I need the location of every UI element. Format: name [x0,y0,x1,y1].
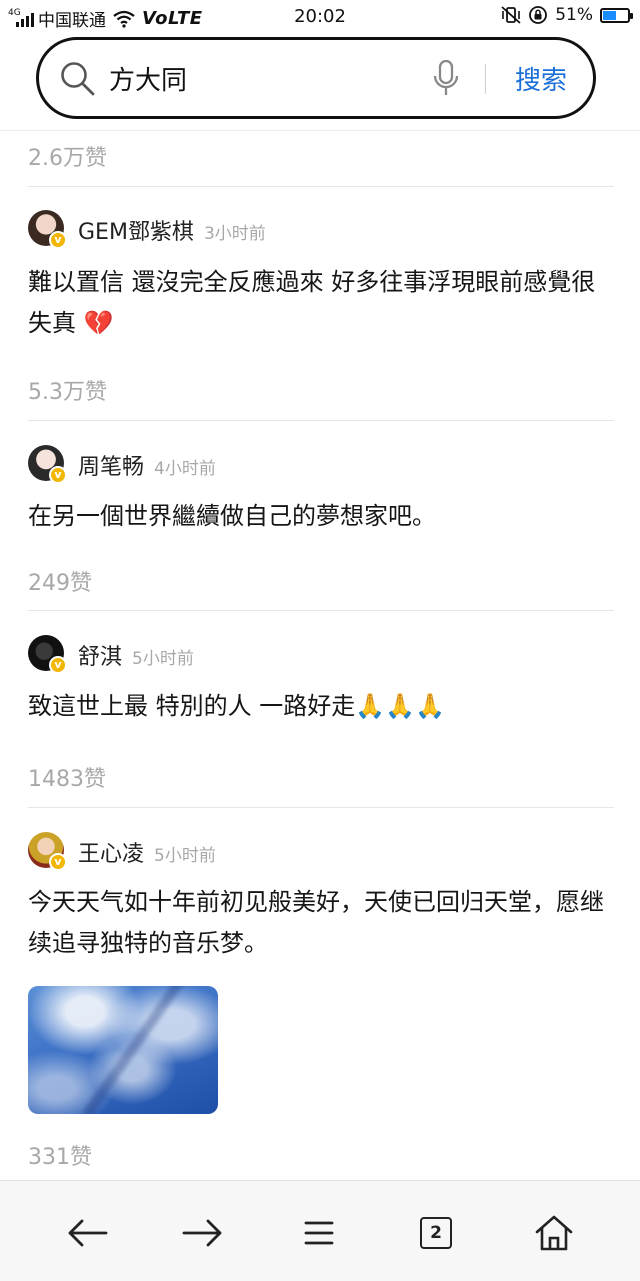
search-icon[interactable] [59,60,97,98]
like-count[interactable]: 2.6万赞 [28,140,107,172]
status-right: 51% [501,5,633,25]
header-divider [0,130,640,131]
status-bar: 4G 中国联通 VoLTE 20:02 51% [0,0,640,34]
sky-photo[interactable] [28,986,218,1114]
menu-button[interactable] [297,1211,341,1255]
comment-user[interactable]: 王心凌 5小时前 [78,836,216,868]
verified-badge-icon: v [49,466,67,484]
username[interactable]: GEM鄧紫棋 [78,220,194,245]
vibrate-off-icon [501,6,521,24]
verified-badge-icon: v [49,231,67,249]
praying-hands-icon: 🙏🙏🙏 [355,692,445,720]
comment-text: 在另一個世界繼續做自己的夢想家吧。 [28,502,436,530]
tabs-button[interactable]: 2 [414,1211,458,1255]
comment-user[interactable]: 周笔畅 4小时前 [78,449,216,481]
username[interactable]: 舒淇 [78,645,122,670]
bottom-nav: 2 [0,1180,640,1281]
like-count[interactable]: 249赞 [28,565,92,597]
forward-button[interactable] [181,1211,225,1255]
comment-time: 5小时前 [132,649,194,669]
search-bar[interactable]: 方大同 搜索 [36,37,596,119]
back-button[interactable] [65,1211,109,1255]
back-icon[interactable] [66,1218,108,1248]
avatar[interactable]: v [28,210,67,249]
avatar[interactable]: v [28,635,67,674]
battery-percent: 51% [555,5,593,25]
rotation-lock-icon [529,6,548,24]
divider [28,186,614,187]
comment-user[interactable]: GEM鄧紫棋 3小时前 [78,214,266,246]
username[interactable]: 王心凌 [78,842,144,867]
comment-text: 難以置信 還沒完全反應過來 好多往事浮現眼前感覺很失真 💔 [28,268,596,337]
divider [28,610,614,611]
comment-user[interactable]: 舒淇 5小时前 [78,639,194,671]
username[interactable]: 周笔畅 [78,455,144,480]
verified-badge-icon: v [49,656,67,674]
like-count[interactable]: 331赞 [28,1139,92,1171]
verified-badge-icon: v [49,853,67,871]
comment-text: 今天天气如十年前初见般美好，天使已回归天堂，愿继续追寻独特的音乐梦。 [28,888,604,957]
broken-heart-icon: 💔 [83,309,114,337]
home-button[interactable] [532,1211,576,1255]
divider [28,420,614,421]
battery-icon [600,7,633,23]
tabs-icon[interactable]: 2 [420,1217,452,1249]
comment-time: 3小时前 [203,224,266,244]
search-button[interactable]: 搜索 [515,60,567,97]
home-icon[interactable] [534,1214,574,1252]
comment-text: 致這世上最 特別的人 一路好走🙏🙏🙏 [28,692,445,720]
like-count[interactable]: 5.3万赞 [28,374,107,406]
mic-icon[interactable] [431,58,461,100]
search-input[interactable]: 方大同 [109,60,187,97]
menu-icon[interactable] [303,1219,335,1247]
avatar[interactable]: v [28,445,67,484]
avatar[interactable]: v [28,832,67,871]
divider [28,807,614,808]
search-divider [485,64,486,94]
comment-time: 5小时前 [154,846,216,866]
comment-time: 4小时前 [154,459,216,479]
like-count[interactable]: 1483赞 [28,761,106,793]
forward-icon[interactable] [182,1218,224,1248]
